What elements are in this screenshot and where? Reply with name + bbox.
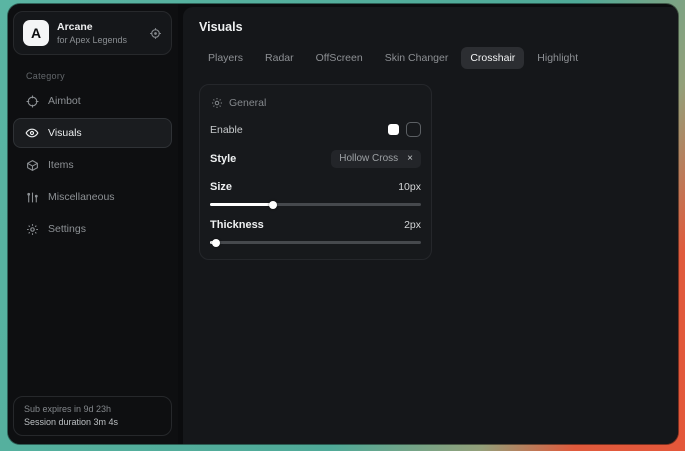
sidebar-item-items[interactable]: Items: [13, 150, 172, 180]
thickness-label: Thickness: [210, 219, 264, 231]
tab-bar: Players Radar OffScreen Skin Changer Cro…: [199, 47, 662, 69]
clear-style-icon[interactable]: ×: [407, 154, 413, 164]
sidebar-item-visuals[interactable]: Visuals: [13, 118, 172, 148]
sidebar-item-label: Visuals: [48, 127, 82, 139]
sidebar-nav: Aimbot Visuals Items: [13, 86, 172, 244]
main-content: Visuals Players Radar OffScreen Skin Cha…: [183, 7, 678, 444]
size-row: Size 10px: [209, 181, 422, 193]
subscription-card: Sub expires in 9d 23h Session duration 3…: [13, 396, 172, 436]
enable-controls: [388, 122, 421, 137]
category-label: Category: [26, 71, 172, 81]
target-icon[interactable]: [149, 27, 162, 40]
page-title: Visuals: [199, 20, 662, 34]
style-select[interactable]: Hollow Cross ×: [331, 150, 421, 168]
panel-title: General: [229, 97, 266, 109]
general-panel: General Enable Style Hollow Cross × Size…: [199, 84, 432, 260]
sidebar-item-settings[interactable]: Settings: [13, 214, 172, 244]
thickness-value: 2px: [404, 219, 421, 231]
tab-players[interactable]: Players: [199, 47, 252, 69]
color-swatch[interactable]: [388, 124, 399, 135]
app-name: Arcane: [57, 21, 127, 33]
size-label: Size: [210, 181, 232, 193]
size-slider-thumb[interactable]: [269, 201, 277, 209]
profile-card: A Arcane for Apex Legends: [13, 11, 172, 55]
tab-offscreen[interactable]: OffScreen: [307, 47, 372, 69]
sidebar-item-aimbot[interactable]: Aimbot: [13, 86, 172, 116]
thickness-slider[interactable]: [210, 241, 421, 244]
tab-highlight[interactable]: Highlight: [528, 47, 587, 69]
size-value: 10px: [398, 181, 421, 193]
sidebar: A Arcane for Apex Legends Category: [8, 4, 178, 444]
sidebar-item-label: Settings: [48, 223, 86, 235]
box-icon: [25, 158, 39, 172]
thickness-row: Thickness 2px: [209, 219, 422, 231]
style-value: Hollow Cross: [339, 153, 398, 164]
app-logo: A: [23, 20, 49, 46]
sidebar-item-miscellaneous[interactable]: Miscellaneous: [13, 182, 172, 212]
style-label: Style: [210, 153, 236, 165]
panel-header: General: [209, 95, 422, 109]
style-row: Style Hollow Cross ×: [209, 150, 422, 168]
sidebar-item-label: Miscellaneous: [48, 191, 115, 203]
enable-row: Enable: [209, 122, 422, 137]
tab-crosshair[interactable]: Crosshair: [461, 47, 524, 69]
enable-checkbox[interactable]: [406, 122, 421, 137]
sub-expires-text: Sub expires in 9d 23h: [24, 404, 161, 414]
crosshair-icon: [25, 94, 39, 108]
thickness-slider-thumb[interactable]: [212, 239, 220, 247]
sliders-icon: [25, 190, 39, 204]
app-subtitle: for Apex Legends: [57, 35, 127, 45]
session-duration-text: Session duration 3m 4s: [24, 417, 161, 427]
sidebar-item-label: Aimbot: [48, 95, 81, 107]
enable-label: Enable: [210, 124, 243, 136]
eye-icon: [25, 126, 39, 140]
size-slider-fill: [210, 203, 273, 206]
app-window: A Arcane for Apex Legends Category: [8, 4, 678, 444]
tab-skin-changer[interactable]: Skin Changer: [376, 47, 458, 69]
sidebar-item-label: Items: [48, 159, 74, 171]
gear-icon: [25, 222, 39, 236]
size-slider[interactable]: [210, 203, 421, 206]
gear-sun-icon: [211, 97, 223, 109]
profile-meta: Arcane for Apex Legends: [57, 21, 127, 45]
tab-radar[interactable]: Radar: [256, 47, 303, 69]
